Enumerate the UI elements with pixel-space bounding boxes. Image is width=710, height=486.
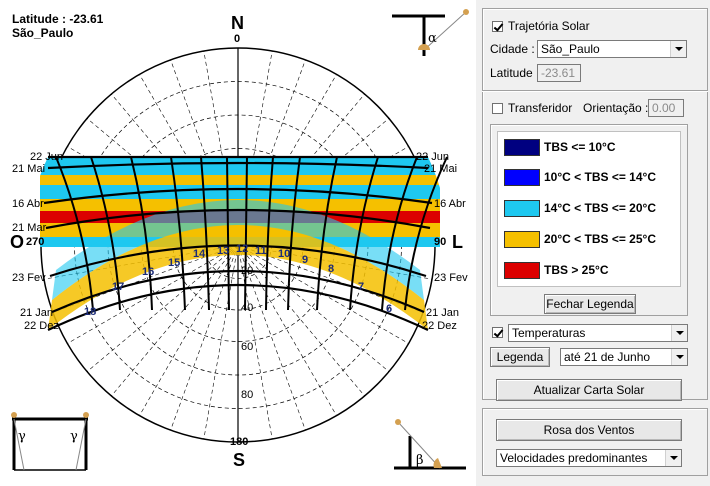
- altitude-60-label: 60: [241, 341, 254, 353]
- date-left-23fev: 23 Fev: [12, 272, 46, 284]
- period-value: até 21 de Junho: [564, 350, 651, 364]
- gamma-widget: [11, 412, 17, 418]
- gamma-symbol: γ: [18, 429, 26, 444]
- gamma-widget: [83, 412, 89, 418]
- trajetoria-checkbox[interactable]: [492, 21, 503, 32]
- alpha-widget: [463, 9, 469, 15]
- rosa-dos-ventos-button[interactable]: Rosa dos Ventos: [496, 419, 682, 441]
- temperaturas-select[interactable]: Temperaturas: [508, 324, 688, 342]
- orientacao-field[interactable]: 0.00: [648, 99, 684, 117]
- legenda-button[interactable]: Legenda: [490, 347, 550, 367]
- hour-label: 15: [168, 257, 180, 269]
- ventos-value: Velocidades predominantes: [500, 451, 648, 465]
- date-left-21mai: 21 Mai: [12, 163, 46, 175]
- chevron-down-icon[interactable]: [670, 41, 686, 57]
- date-right-21jan: 21 Jan: [426, 307, 460, 319]
- chevron-down-icon[interactable]: [671, 325, 687, 341]
- altitude-20-label: 20: [241, 265, 254, 277]
- control-panel: Trajetória Solar Cidade : São_Paulo Lati…: [480, 0, 710, 486]
- fechar-legenda-button[interactable]: Fechar Legenda: [544, 294, 636, 314]
- beta-symbol: β: [416, 453, 424, 468]
- orientacao-label: Orientação :: [583, 101, 649, 115]
- latitude-field[interactable]: -23.61: [537, 64, 581, 82]
- hour-label: 8: [328, 263, 334, 275]
- solar-chart: 18 17 16 15 14 13 12 11 10 9 8 7 6 α γ γ β: [11, 9, 469, 471]
- hour-label: 18: [84, 306, 96, 318]
- latitude-label: Latitude :: [490, 66, 540, 80]
- city-readout: São_Paulo: [12, 26, 74, 40]
- hour-label: 9: [302, 254, 308, 266]
- alpha-symbol: α: [428, 31, 437, 46]
- date-right-22jun: 22 Jun: [416, 151, 450, 163]
- altitude-40-label: 40: [241, 302, 254, 314]
- date-left-16abr: 16 Abr: [12, 198, 44, 210]
- ventos-select[interactable]: Velocidades predominantes: [496, 449, 682, 467]
- azimuth-90-label: 90: [434, 236, 447, 248]
- latitude-readout: Latitude : -23.61: [12, 12, 104, 26]
- legend-label: 10°C < TBS <= 14°C: [544, 170, 656, 184]
- chevron-down-icon[interactable]: [671, 349, 687, 365]
- temperaturas-value: Temperaturas: [512, 326, 586, 340]
- hour-label: 13: [217, 245, 229, 257]
- gamma-symbol: γ: [70, 429, 78, 444]
- north-label: N: [231, 13, 244, 33]
- date-left-21jan: 21 Jan: [20, 307, 54, 319]
- azimuth-180-label: 180: [230, 436, 249, 448]
- date-right-21mai: 21 Mai: [424, 163, 458, 175]
- altitude-80-label: 80: [241, 389, 254, 401]
- legend-swatch: [504, 169, 540, 186]
- beta-widget: [395, 419, 401, 425]
- date-right-16abr: 16 Abr: [434, 198, 466, 210]
- azimuth-0-label: 0: [234, 33, 241, 45]
- hour-label: 14: [193, 248, 206, 260]
- trajetoria-label: Trajetória Solar: [508, 19, 590, 33]
- hour-label: 16: [142, 266, 154, 278]
- legend-label: TBS <= 10°C: [544, 140, 616, 154]
- chevron-down-icon[interactable]: [665, 450, 681, 466]
- date-right-22dez: 22 Dez: [422, 320, 457, 332]
- legend-swatch: [504, 262, 540, 279]
- date-left-22jun: 22 Jun: [30, 151, 64, 163]
- period-select[interactable]: até 21 de Junho: [560, 348, 688, 366]
- cidade-value: São_Paulo: [541, 42, 600, 56]
- legend-label: 20°C < TBS <= 25°C: [544, 232, 656, 246]
- hour-label: 6: [386, 303, 392, 315]
- divider: [482, 90, 708, 92]
- legend-swatch: [504, 200, 540, 217]
- hour-label: 7: [358, 281, 364, 293]
- hour-label: 11: [255, 245, 267, 257]
- legend-label: TBS > 25°C: [544, 263, 609, 277]
- legend-label: 14°C < TBS <= 20°C: [544, 201, 656, 215]
- transferidor-checkbox[interactable]: [492, 103, 503, 114]
- date-right-23fev: 23 Fev: [434, 272, 468, 284]
- legend-swatch: [504, 139, 540, 156]
- cidade-label: Cidade :: [490, 42, 535, 56]
- west-label: O: [10, 232, 25, 252]
- hour-label: 12: [236, 243, 248, 255]
- cidade-select[interactable]: São_Paulo: [537, 40, 687, 58]
- atualizar-carta-button[interactable]: Atualizar Carta Solar: [496, 379, 682, 401]
- temperaturas-checkbox[interactable]: [492, 327, 503, 338]
- beta-widget: [433, 458, 442, 468]
- solar-chart-area: 18 17 16 15 14 13 12 11 10 9 8 7 6 α γ γ β Latitude : -2…: [0, 0, 476, 486]
- azimuth-270-label: 270: [26, 236, 45, 248]
- transferidor-label: Transferidor: [508, 101, 573, 115]
- date-left-22dez: 22 Dez: [24, 320, 59, 332]
- legend-swatch: [504, 231, 540, 248]
- hour-label: 17: [112, 281, 124, 293]
- south-label: S: [233, 450, 246, 470]
- date-left-21mar: 21 Mar: [12, 222, 47, 234]
- east-label: L: [452, 232, 463, 252]
- hour-label: 10: [278, 248, 290, 260]
